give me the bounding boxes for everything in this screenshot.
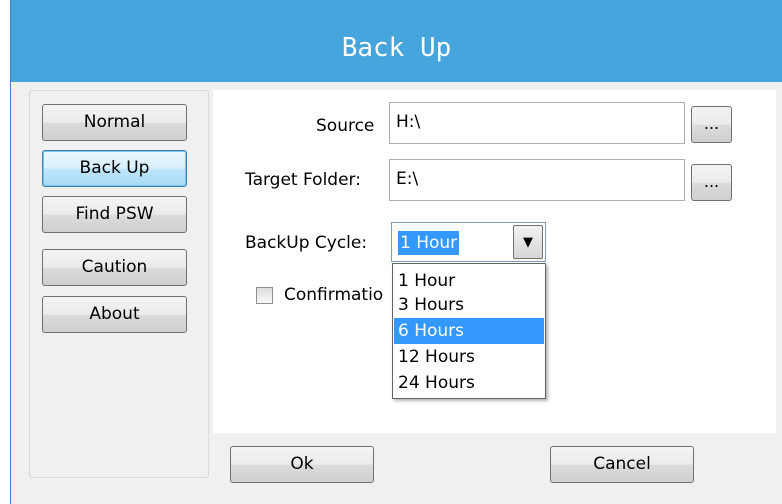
ok-button[interactable]: Ok — [230, 446, 374, 483]
source-label: Source — [316, 116, 375, 136]
cancel-button[interactable]: Cancel — [550, 446, 694, 483]
backup-cycle-value: 1 Hour — [398, 231, 460, 255]
target-browse-button[interactable]: ... — [691, 164, 732, 201]
nav-backup-button[interactable]: Back Up — [42, 150, 187, 187]
confirmation-checkbox[interactable] — [256, 287, 273, 304]
target-folder-label: Target Folder: — [245, 170, 361, 190]
cycle-option-1-hour[interactable]: 1 Hour — [394, 268, 544, 294]
title-bar: Back Up — [11, 0, 782, 82]
cycle-option-24-hours[interactable]: 24 Hours — [394, 370, 544, 396]
cycle-option-3-hours[interactable]: 3 Hours — [394, 292, 544, 318]
nav-find-psw-button[interactable]: Find PSW — [42, 196, 187, 233]
backup-cycle-select[interactable]: 1 Hour ▼ — [391, 222, 546, 262]
target-folder-field[interactable]: E:\ — [389, 159, 685, 201]
chevron-down-icon[interactable]: ▼ — [513, 225, 543, 259]
backup-cycle-dropdown-list: 1 Hour 3 Hours 6 Hours 12 Hours 24 Hours — [392, 263, 546, 399]
nav-panel: Normal Back Up Find PSW Caution About — [29, 90, 209, 478]
nav-normal-button[interactable]: Normal — [42, 104, 187, 141]
cycle-option-12-hours[interactable]: 12 Hours — [394, 344, 544, 370]
backup-cycle-label: BackUp Cycle: — [245, 233, 368, 253]
source-browse-button[interactable]: ... — [691, 106, 732, 143]
source-field[interactable]: H:\ — [389, 102, 685, 144]
nav-caution-button[interactable]: Caution — [42, 249, 187, 286]
nav-about-button[interactable]: About — [42, 296, 187, 333]
window-title: Back Up — [341, 33, 452, 63]
confirmation-label: Confirmatio — [284, 285, 384, 305]
cycle-option-6-hours[interactable]: 6 Hours — [394, 318, 544, 344]
